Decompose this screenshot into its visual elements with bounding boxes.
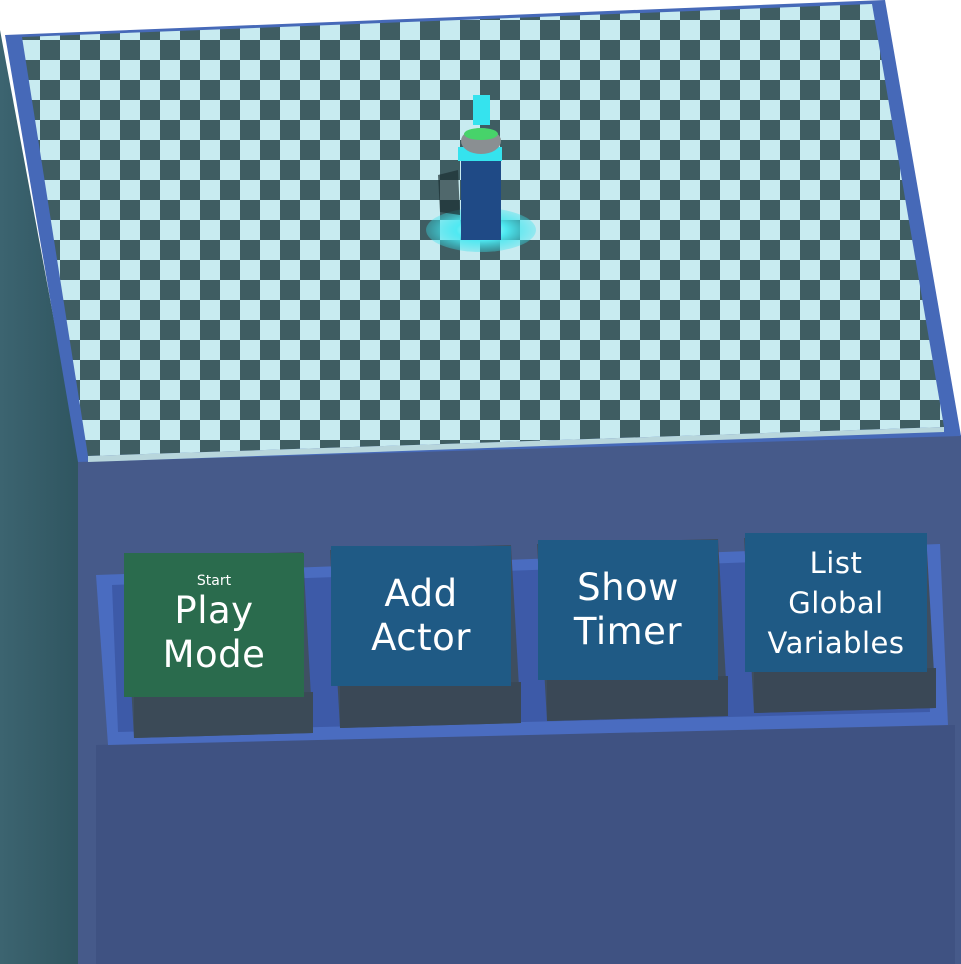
add-actor-button[interactable]: Add Actor	[331, 546, 511, 686]
actor-antenna	[473, 95, 490, 125]
console-front	[96, 725, 955, 964]
actor-body	[461, 158, 501, 240]
play-label: Play	[174, 589, 254, 632]
mode-label: Mode	[162, 633, 266, 676]
timer-label: Timer	[573, 610, 683, 653]
start-play-mode-button[interactable]: Start Play Mode	[124, 553, 304, 697]
global-label: Global	[788, 585, 884, 620]
actor-cup-liquid	[464, 128, 498, 140]
add-label: Add	[384, 572, 458, 615]
variables-label: Variables	[767, 625, 905, 660]
list-label: List	[809, 545, 863, 580]
show-timer-button[interactable]: Show Timer	[538, 540, 718, 680]
show-label: Show	[577, 566, 679, 609]
start-caption: Start	[196, 573, 232, 589]
actor-label: Actor	[371, 616, 471, 659]
game-scene	[0, 0, 961, 964]
list-global-variables-button[interactable]: List Global Variables	[745, 533, 927, 672]
actor-shadow	[438, 170, 460, 215]
